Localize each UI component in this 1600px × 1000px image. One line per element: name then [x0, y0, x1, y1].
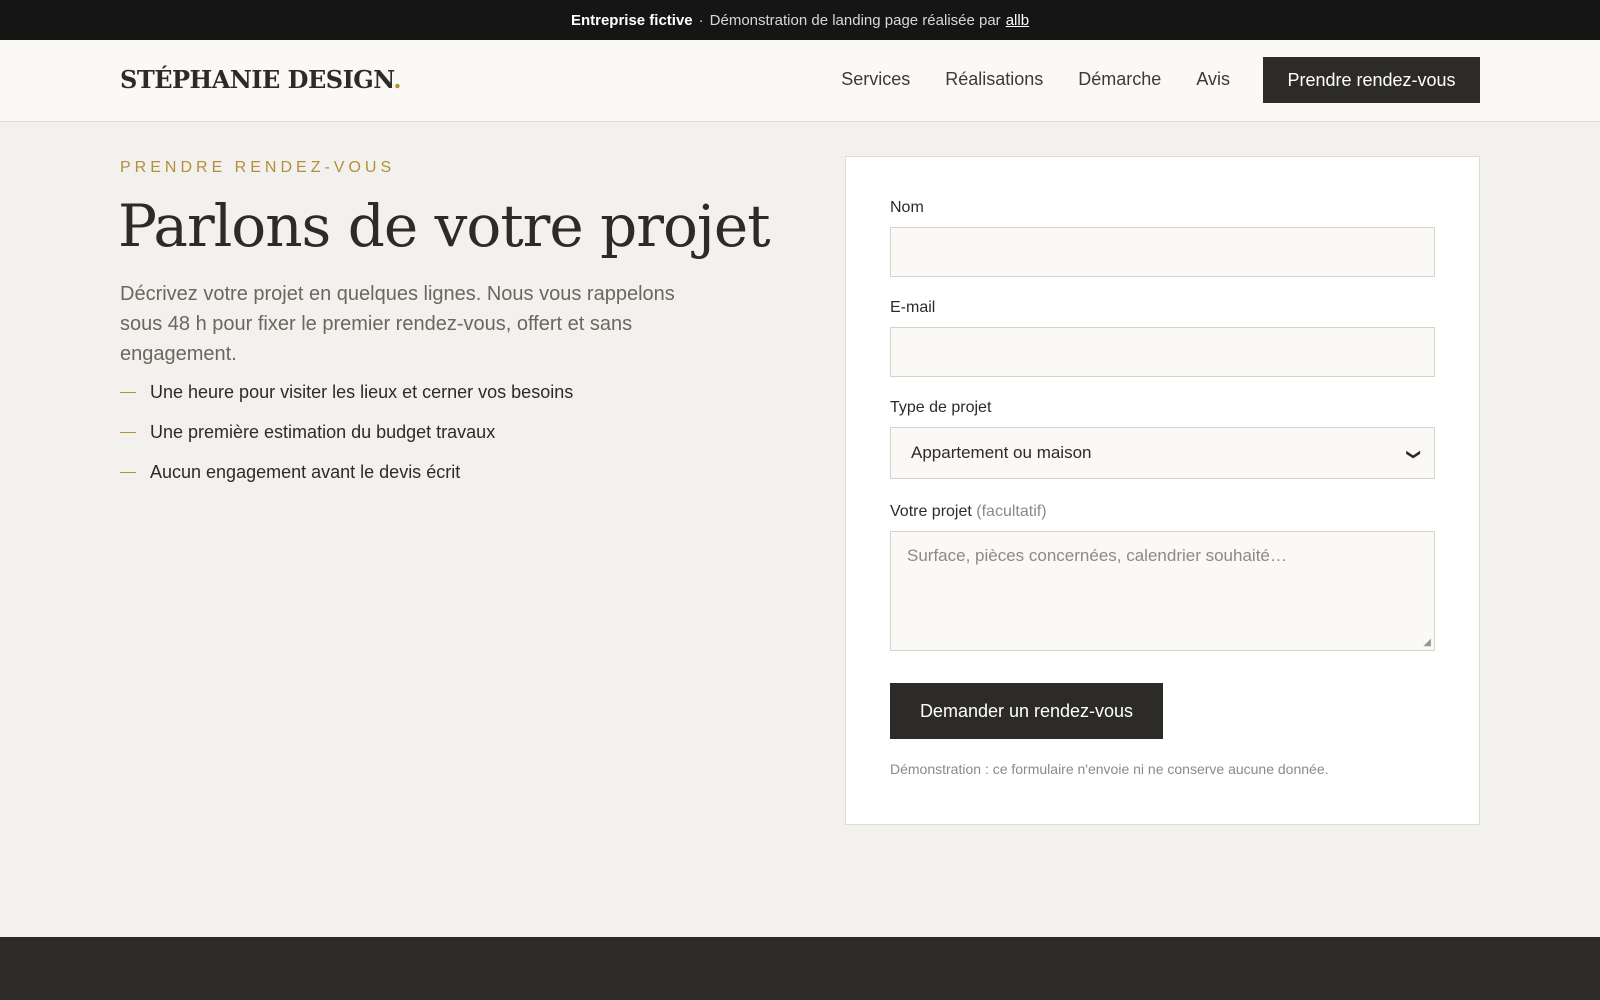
nav-services[interactable]: Services	[841, 69, 910, 90]
list-item: Aucun engagement avant le devis écrit	[120, 452, 573, 492]
site-footer	[0, 937, 1600, 1000]
nav-realisations[interactable]: Réalisations	[945, 69, 1043, 90]
list-item: Une première estimation du budget travau…	[120, 412, 573, 452]
page-title: Parlons de votre projet	[118, 192, 771, 260]
list-item-text: Une heure pour visiter les lieux et cern…	[150, 381, 574, 402]
banner-separator: ·	[698, 11, 704, 29]
site-logo[interactable]: STÉPHANIE DESIGN.	[120, 65, 402, 94]
main-nav: Services Réalisations Démarche Avis	[841, 69, 1230, 90]
header-appointment-button[interactable]: Prendre rendez-vous	[1263, 57, 1480, 103]
dash-icon	[120, 471, 136, 473]
site-header: STÉPHANIE DESIGN. Services Réalisations …	[0, 40, 1600, 122]
section-eyebrow: PRENDRE RENDEZ-VOUS	[120, 159, 396, 176]
appointment-form: Nom E-mail Type de projet Appartement ou…	[845, 156, 1480, 825]
nav-demarche[interactable]: Démarche	[1078, 69, 1161, 90]
logo-text: STÉPHANIE DESIGN	[120, 65, 394, 94]
list-item: Une heure pour visiter les lieux et cern…	[120, 372, 573, 412]
demo-banner: Entreprise fictive · Démonstration de la…	[0, 0, 1600, 40]
dash-icon	[120, 431, 136, 433]
name-input[interactable]	[890, 227, 1435, 277]
project-textarea[interactable]: Surface, pièces concernées, calendrier s…	[890, 531, 1435, 651]
nav-avis[interactable]: Avis	[1196, 69, 1230, 90]
benefits-list: Une heure pour visiter les lieux et cern…	[120, 372, 573, 492]
project-placeholder: Surface, pièces concernées, calendrier s…	[907, 546, 1287, 565]
project-type-value: Appartement ou maison	[911, 443, 1092, 462]
form-disclaimer: Démonstration : ce formulaire n'envoie n…	[890, 761, 1329, 777]
name-label: Nom	[890, 199, 924, 216]
banner-link[interactable]: allb	[1006, 12, 1029, 29]
logo-dot: .	[393, 65, 402, 94]
project-label: Votre projet (facultatif)	[890, 503, 1047, 521]
list-item-text: Aucun engagement avant le devis écrit	[150, 461, 461, 482]
project-type-select[interactable]: Appartement ou maison ❯	[890, 427, 1435, 479]
dash-icon	[120, 391, 136, 393]
list-item-text: Une première estimation du budget travau…	[150, 421, 496, 442]
optional-hint: (facultatif)	[976, 503, 1047, 520]
project-type-label: Type de projet	[890, 399, 992, 416]
page-description: Décrivez votre projet en quelques lignes…	[120, 283, 675, 365]
chevron-down-icon: ❯	[1406, 448, 1423, 461]
email-input[interactable]	[890, 327, 1435, 377]
project-label-text: Votre projet	[890, 503, 972, 520]
banner-text: Démonstration de landing page réalisée p…	[709, 11, 1001, 29]
banner-company: Entreprise fictive	[570, 11, 693, 29]
submit-button[interactable]: Demander un rendez-vous	[890, 683, 1163, 739]
email-label: E-mail	[890, 299, 936, 316]
resize-handle-icon[interactable]: ◢	[1423, 637, 1431, 648]
